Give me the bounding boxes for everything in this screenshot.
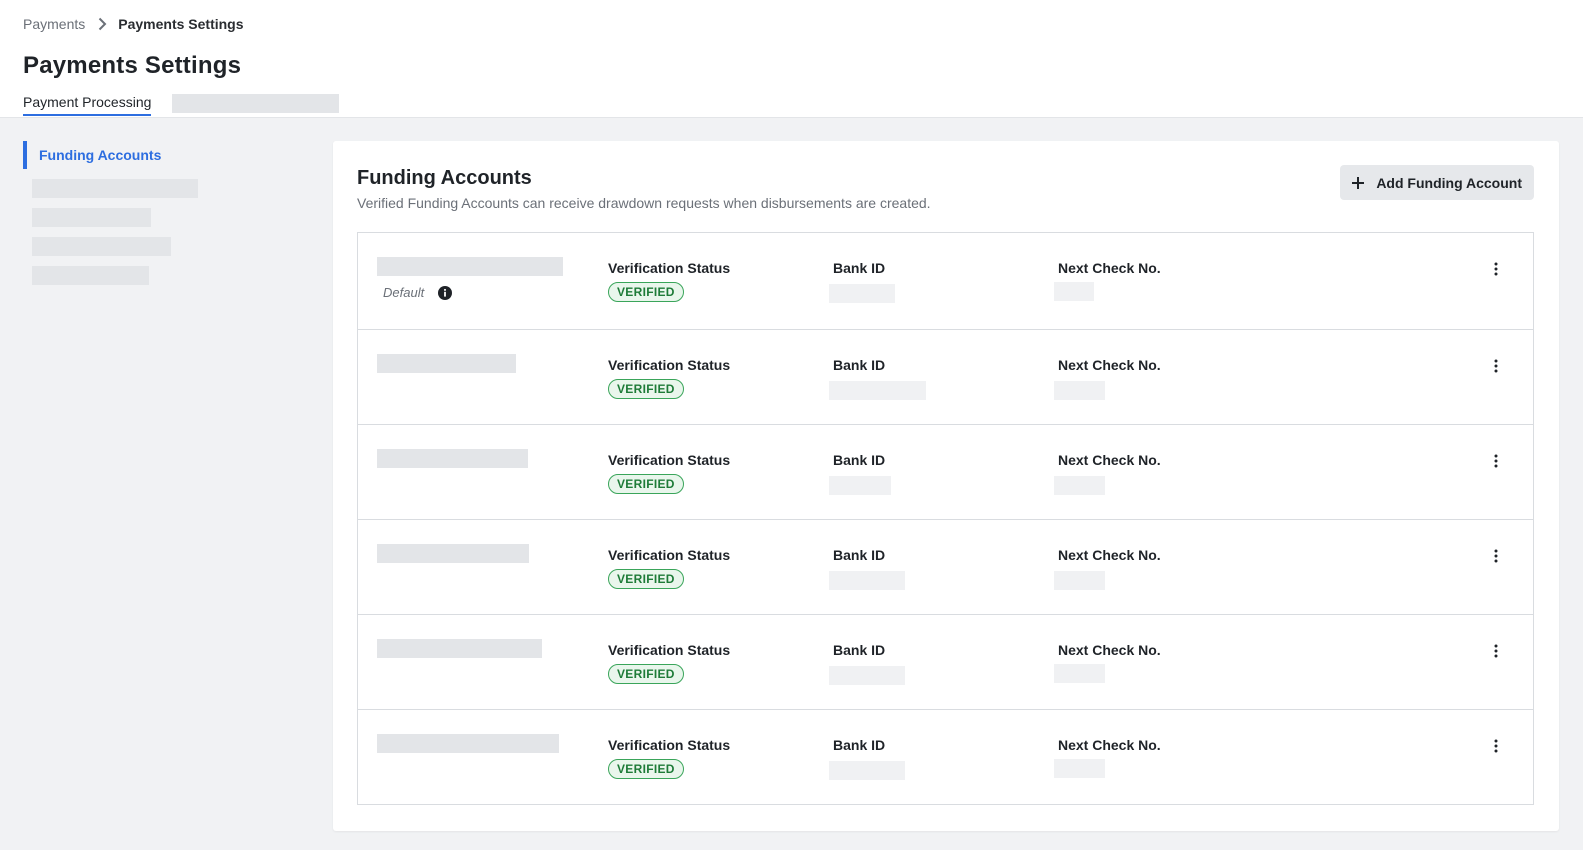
next-check-column: Next Check No. — [1054, 452, 1161, 495]
breadcrumb-payments-link[interactable]: Payments — [23, 16, 85, 32]
next-check-value-placeholder — [1054, 664, 1105, 683]
section-description: Verified Funding Accounts can receive dr… — [357, 195, 931, 211]
settings-sidenav: Funding Accounts — [23, 141, 313, 285]
info-icon[interactable] — [438, 285, 453, 300]
bank-id-label: Bank ID — [833, 642, 886, 658]
verification-status-column: Verification Status VERIFIED — [608, 357, 730, 399]
bank-id-column: Bank ID — [829, 642, 905, 685]
verification-status-column: Verification Status VERIFIED — [608, 547, 730, 589]
bank-id-column: Bank ID — [829, 547, 905, 590]
sidenav-item-placeholder[interactable] — [32, 266, 149, 285]
next-check-label: Next Check No. — [1058, 547, 1161, 563]
next-check-value-placeholder — [1054, 759, 1105, 778]
account-name-placeholder[interactable] — [377, 449, 528, 468]
add-funding-account-button[interactable]: Add Funding Account — [1340, 165, 1534, 200]
funding-account-row: Verification Status VERIFIED Bank ID Nex… — [358, 425, 1533, 520]
next-check-value-placeholder — [1054, 282, 1094, 301]
bank-id-value-placeholder — [829, 476, 891, 495]
account-name-placeholder[interactable] — [377, 354, 516, 373]
breadcrumb-current: Payments Settings — [118, 16, 244, 32]
status-badge: VERIFIED — [608, 474, 684, 494]
account-name-placeholder[interactable] — [377, 257, 563, 276]
more-vertical-icon[interactable] — [1489, 738, 1503, 754]
tab-placeholder[interactable] — [172, 94, 340, 113]
next-check-label: Next Check No. — [1058, 642, 1161, 658]
breadcrumb: Payments Payments Settings — [23, 16, 244, 32]
next-check-value-placeholder — [1054, 476, 1105, 495]
bank-id-label: Bank ID — [833, 737, 886, 753]
next-check-column: Next Check No. — [1054, 357, 1161, 400]
status-badge: VERIFIED — [608, 379, 684, 399]
sidenav-item-funding-accounts[interactable]: Funding Accounts — [23, 141, 313, 169]
status-badge: VERIFIED — [608, 664, 684, 684]
verification-status-column: Verification Status VERIFIED — [608, 452, 730, 494]
more-vertical-icon[interactable] — [1489, 261, 1503, 277]
more-vertical-icon[interactable] — [1489, 643, 1503, 659]
account-name-placeholder[interactable] — [377, 639, 542, 658]
funding-account-row: Verification Status VERIFIED Bank ID Nex… — [358, 330, 1533, 425]
next-check-column: Next Check No. — [1054, 260, 1161, 301]
bank-id-label: Bank ID — [833, 260, 886, 276]
next-check-value-placeholder — [1054, 571, 1105, 590]
sidenav-item-placeholder[interactable] — [32, 179, 198, 198]
default-label: Default — [383, 285, 425, 300]
funding-account-row: Verification Status VERIFIED Bank ID Nex… — [358, 615, 1533, 710]
bank-id-value-placeholder — [829, 284, 895, 303]
bank-id-value-placeholder — [829, 666, 905, 685]
tab-payment-processing[interactable]: Payment Processing — [23, 94, 152, 116]
funding-accounts-card: Funding Accounts Verified Funding Accoun… — [333, 141, 1559, 831]
verification-status-label: Verification Status — [608, 452, 731, 468]
status-badge: VERIFIED — [608, 569, 684, 589]
next-check-label: Next Check No. — [1058, 737, 1161, 753]
bank-id-column: Bank ID — [829, 357, 926, 400]
next-check-label: Next Check No. — [1058, 260, 1161, 276]
more-vertical-icon[interactable] — [1489, 548, 1503, 564]
bank-id-column: Bank ID — [829, 737, 905, 780]
verification-status-label: Verification Status — [608, 357, 731, 373]
bank-id-column: Bank ID — [829, 260, 895, 303]
bank-id-column: Bank ID — [829, 452, 891, 495]
verification-status-label: Verification Status — [608, 547, 731, 563]
bank-id-label: Bank ID — [833, 547, 886, 563]
bank-id-label: Bank ID — [833, 452, 886, 468]
more-vertical-icon[interactable] — [1489, 453, 1503, 469]
verification-status-column: Verification Status VERIFIED — [608, 737, 730, 779]
bank-id-label: Bank ID — [833, 357, 886, 373]
status-badge: VERIFIED — [608, 282, 684, 302]
account-name-placeholder[interactable] — [377, 734, 559, 753]
bank-id-value-placeholder — [829, 571, 905, 590]
more-vertical-icon[interactable] — [1489, 358, 1503, 374]
account-name-placeholder[interactable] — [377, 544, 529, 563]
verification-status-column: Verification Status VERIFIED — [608, 260, 730, 302]
add-funding-account-label: Add Funding Account — [1376, 174, 1522, 191]
chevron-right-icon — [94, 16, 110, 32]
next-check-column: Next Check No. — [1054, 547, 1161, 590]
section-title: Funding Accounts — [357, 167, 532, 189]
page-header: Payments Payments Settings Payments Sett… — [0, 0, 1583, 118]
default-indicator: Default — [383, 285, 453, 300]
verification-status-label: Verification Status — [608, 260, 731, 276]
funding-account-row: Verification Status VERIFIED Bank ID Nex… — [358, 520, 1533, 615]
plus-icon — [1350, 175, 1366, 191]
bank-id-value-placeholder — [829, 761, 905, 780]
next-check-column: Next Check No. — [1054, 642, 1161, 683]
next-check-value-placeholder — [1054, 381, 1105, 400]
next-check-label: Next Check No. — [1058, 357, 1161, 373]
next-check-label: Next Check No. — [1058, 452, 1161, 468]
funding-accounts-list: Default Verification Status VERIFIED Ban… — [357, 232, 1534, 805]
funding-account-row: Verification Status VERIFIED Bank ID Nex… — [358, 710, 1533, 804]
next-check-column: Next Check No. — [1054, 737, 1161, 778]
sidenav-item-placeholder[interactable] — [32, 237, 171, 256]
verification-status-label: Verification Status — [608, 737, 731, 753]
verification-status-column: Verification Status VERIFIED — [608, 642, 730, 684]
status-badge: VERIFIED — [608, 759, 684, 779]
funding-account-row: Default Verification Status VERIFIED Ban… — [358, 233, 1533, 330]
tab-bar: Payment Processing — [23, 94, 340, 116]
verification-status-label: Verification Status — [608, 642, 731, 658]
page-title: Payments Settings — [23, 52, 242, 79]
sidenav-item-placeholder[interactable] — [32, 208, 151, 227]
bank-id-value-placeholder — [829, 381, 926, 400]
